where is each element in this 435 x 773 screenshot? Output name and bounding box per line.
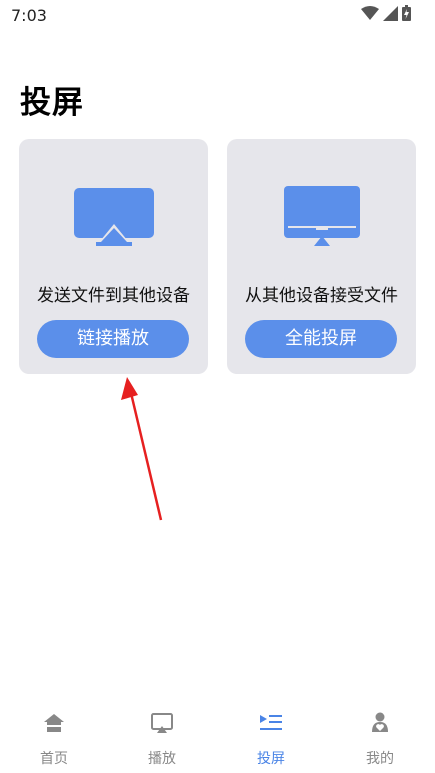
tv-screen-icon: [283, 184, 360, 252]
full-cast-button[interactable]: 全能投屏: [245, 320, 397, 358]
page-title: 投屏: [20, 85, 84, 121]
receive-files-text: 从其他设备接受文件: [245, 286, 398, 306]
bottom-nav: 首页 播放 投屏 我的: [0, 698, 435, 773]
status-icons: [361, 5, 411, 25]
nav-label-cast: 投屏: [257, 751, 285, 767]
status-time: 7:03: [11, 6, 47, 25]
cellular-signal-icon: [383, 5, 398, 25]
nav-label-play: 播放: [148, 751, 176, 767]
nav-item-play[interactable]: 播放: [108, 698, 216, 773]
wifi-icon: [361, 5, 379, 25]
nav-item-cast[interactable]: 投屏: [217, 698, 325, 773]
airplay-screen-icon: [73, 184, 154, 250]
nav-item-mine[interactable]: 我的: [326, 698, 434, 773]
link-play-button[interactable]: 链接播放: [37, 320, 189, 358]
cast-list-icon: [259, 712, 283, 738]
status-bar: 7:03: [0, 0, 435, 30]
send-files-text: 发送文件到其他设备: [37, 286, 190, 306]
send-files-card: 发送文件到其他设备 链接播放: [19, 139, 208, 374]
nav-label-mine: 我的: [366, 751, 394, 767]
nav-item-home[interactable]: 首页: [0, 698, 108, 773]
airplay-icon: [151, 712, 173, 738]
receive-files-card: 从其他设备接受文件 全能投屏: [227, 139, 416, 374]
nav-label-home: 首页: [40, 751, 68, 767]
home-icon: [43, 712, 65, 738]
battery-icon: [402, 5, 411, 25]
profile-icon: [370, 712, 390, 738]
